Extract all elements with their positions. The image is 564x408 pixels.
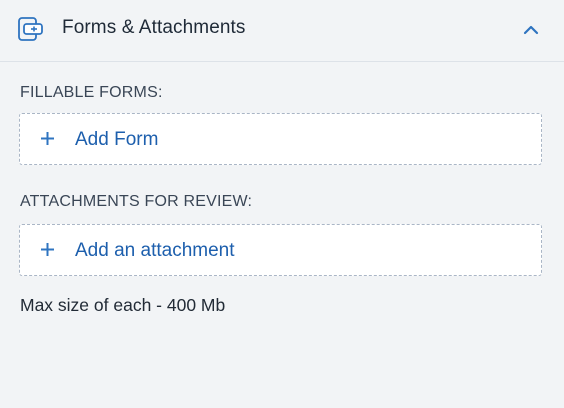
- panel-header[interactable]: Forms & Attachments: [0, 0, 564, 62]
- attachments-for-review-label: ATTACHMENTS FOR REVIEW:: [20, 193, 253, 210]
- chevron-up-icon[interactable]: [520, 20, 542, 40]
- form-attachment-icon: [16, 15, 46, 45]
- max-size-note: Max size of each - 400 Mb: [20, 295, 226, 315]
- fillable-forms-label: FILLABLE FORMS:: [20, 84, 163, 101]
- add-attachment-button[interactable]: Add an attachment: [19, 224, 542, 276]
- add-form-label: Add Form: [75, 129, 159, 150]
- plus-icon: [40, 131, 55, 146]
- plus-icon: [40, 242, 55, 257]
- forms-attachments-panel: Forms & Attachments FILLABLE FORMS: Add …: [0, 0, 564, 408]
- panel-title: Forms & Attachments: [62, 17, 246, 38]
- add-form-button[interactable]: Add Form: [19, 113, 542, 165]
- add-attachment-label: Add an attachment: [75, 240, 235, 261]
